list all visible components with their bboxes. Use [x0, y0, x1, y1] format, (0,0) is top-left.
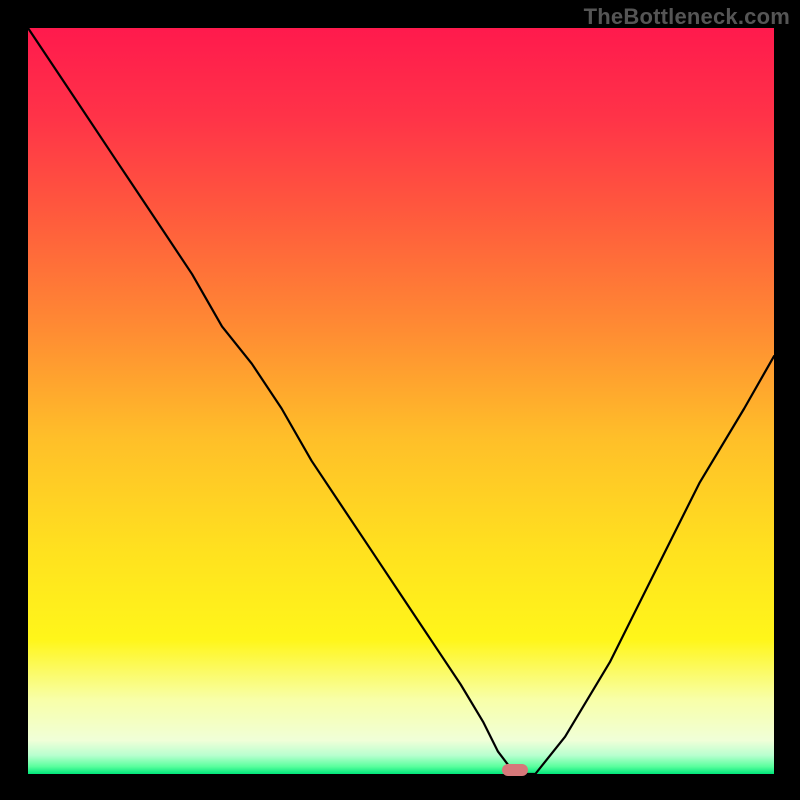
- curve-path: [28, 28, 774, 774]
- chart-plot-area: [28, 28, 774, 774]
- optimal-point-marker: [502, 764, 528, 776]
- watermark-text: TheBottleneck.com: [584, 4, 790, 30]
- bottleneck-curve: [28, 28, 774, 774]
